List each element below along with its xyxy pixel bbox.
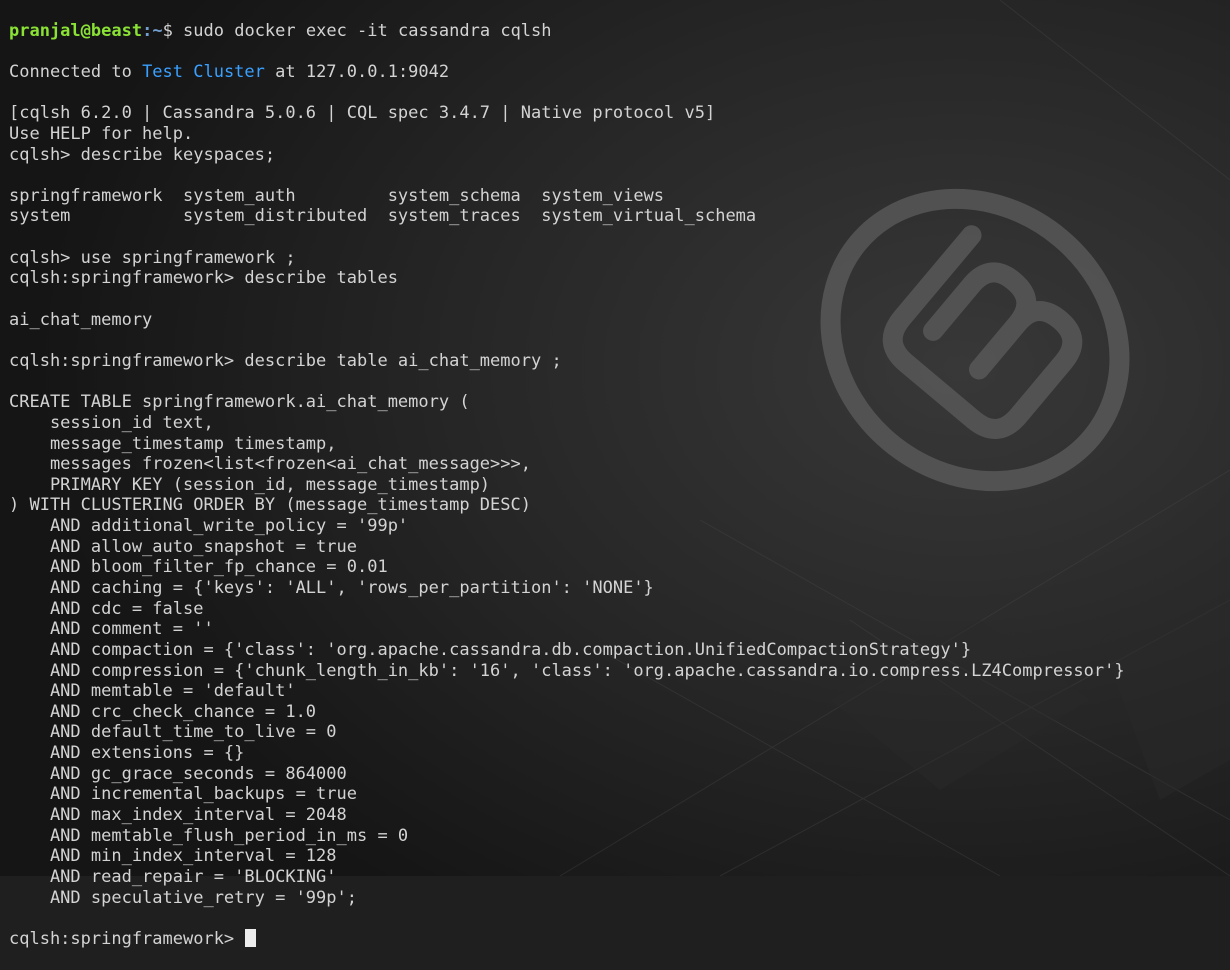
terminal-line: springframework system_auth system_schem… (9, 185, 665, 206)
terminal-line: AND default_time_to_live = 0 (9, 722, 337, 743)
terminal-line: AND max_index_interval = 2048 (9, 805, 347, 826)
cursor-block-icon (245, 928, 257, 947)
terminal-line: AND crc_check_chance = 1.0 (9, 701, 317, 722)
terminal-line: AND allow_auto_snapshot = true (9, 536, 357, 557)
prompt-symbol: $ (162, 20, 184, 41)
terminal-line: message_timestamp timestamp, (9, 433, 337, 454)
cqlsh-prompt-line[interactable]: cqlsh:springframework> (9, 928, 1230, 950)
terminal-line: AND caching = {'keys': 'ALL', 'rows_per_… (9, 577, 654, 598)
terminal-line: AND cdc = false (9, 598, 204, 619)
shell-prompt-line: pranjal@beast:~$ sudo docker exec -it ca… (9, 20, 552, 41)
terminal-line: AND memtable_flush_period_in_ms = 0 (9, 825, 409, 846)
terminal-line: ) WITH CLUSTERING ORDER BY (message_time… (9, 495, 531, 516)
terminal-line: AND compaction = {'class': 'org.apache.c… (9, 639, 972, 660)
terminal-line: AND read_repair = 'BLOCKING' (9, 866, 337, 887)
terminal-line: cqlsh> describe keyspaces; (9, 144, 276, 165)
terminal-line: cqlsh> use springframework ; (9, 247, 296, 268)
terminal-line: AND incremental_backups = true (9, 784, 357, 805)
terminal-line: CREATE TABLE springframework.ai_chat_mem… (9, 392, 470, 413)
shell-command: sudo docker exec -it cassandra cqlsh (183, 20, 552, 41)
terminal-line: ai_chat_memory (9, 309, 153, 330)
prompt-user-host: pranjal@beast (9, 20, 143, 41)
cqlsh-prompt: cqlsh:springframework> (9, 928, 245, 949)
terminal-line: AND gc_grace_seconds = 864000 (9, 763, 347, 784)
terminal-line: Use HELP for help. (9, 123, 194, 144)
terminal-output[interactable]: pranjal@beast:~$ sudo docker exec -it ca… (0, 0, 1230, 949)
terminal-line: AND speculative_retry = '99p'; (9, 887, 357, 908)
terminal-line: system system_distributed system_traces … (9, 206, 757, 227)
terminal-line: messages frozen<list<frozen<ai_chat_mess… (9, 454, 531, 475)
terminal-line: cqlsh:springframework> describe tables (9, 268, 398, 289)
terminal-line: AND memtable = 'default' (9, 681, 296, 702)
terminal-line: AND additional_write_policy = '99p' (9, 516, 409, 537)
terminal-line: AND comment = '' (9, 619, 214, 640)
prompt-path: ~ (152, 20, 163, 41)
terminal-line: cqlsh:springframework> describe table ai… (9, 350, 562, 371)
terminal-line: AND compression = {'chunk_length_in_kb':… (9, 660, 1125, 681)
cluster-name: Test Cluster (142, 61, 265, 82)
terminal-line: AND bloom_filter_fp_chance = 0.01 (9, 557, 388, 578)
terminal-line: PRIMARY KEY (session_id, message_timesta… (9, 474, 491, 495)
terminal-line: AND min_index_interval = 128 (9, 846, 337, 867)
terminal-line: [cqlsh 6.2.0 | Cassandra 5.0.6 | CQL spe… (9, 103, 716, 124)
connected-line: Connected to Test Cluster at 127.0.0.1:9… (9, 61, 450, 82)
terminal-body: [cqlsh 6.2.0 | Cassandra 5.0.6 | CQL spe… (9, 103, 1230, 908)
terminal-line: AND extensions = {} (9, 743, 245, 764)
terminal-line: session_id text, (9, 412, 214, 433)
